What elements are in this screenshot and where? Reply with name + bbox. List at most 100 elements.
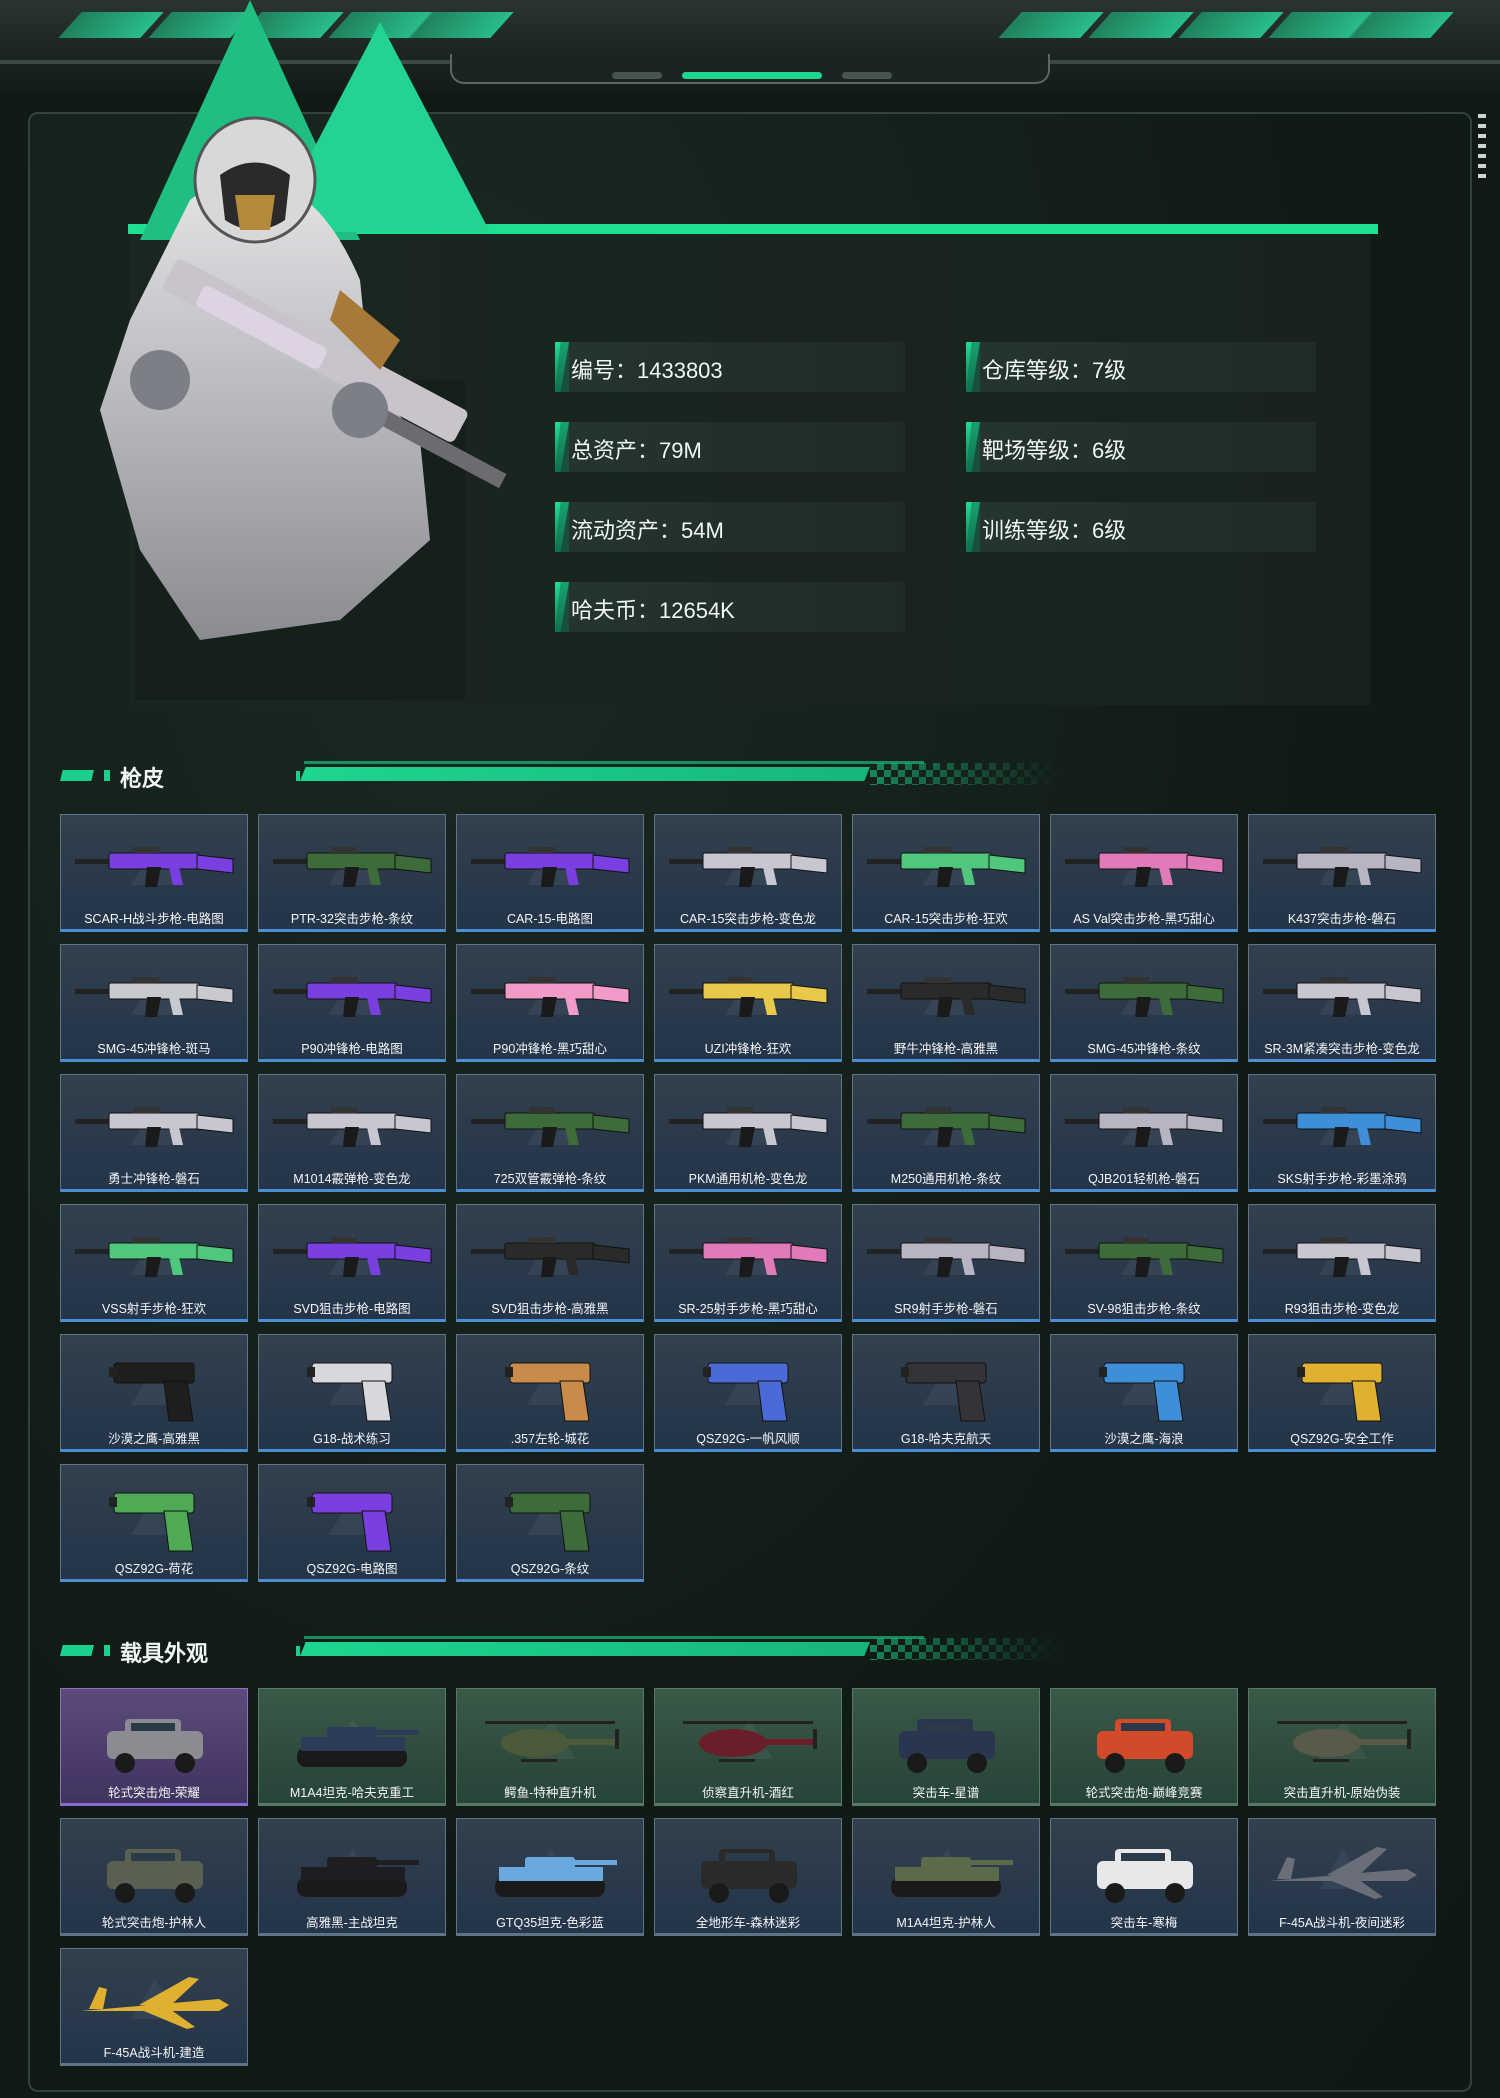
gun-skin-name: SV-98狙击步枪-条纹 <box>1087 1302 1201 1316</box>
pistol-icon <box>505 1362 591 1422</box>
gun-skin-name: VSS射手步枪-狂欢 <box>101 1302 207 1316</box>
gun-skin-name: K437突击步枪-磐石 <box>1287 912 1397 926</box>
gun-skin-card[interactable]: 沙漠之鹰-海浪 <box>1050 1334 1238 1452</box>
stat-total-assets: 总资产：79M <box>555 422 905 472</box>
gun-skin-card[interactable]: VSS射手步枪-狂欢 <box>60 1204 248 1322</box>
vehicle-skin-card[interactable]: 鳄鱼-特种直升机 <box>456 1688 644 1806</box>
vehicle-skin-card[interactable]: 突击直升机-原始伪装 <box>1248 1688 1436 1806</box>
gun-skin-card[interactable]: SR-25射手步枪-黑巧甜心 <box>654 1204 842 1322</box>
gun-skin-card[interactable]: SCAR-H战斗步枪-电路图 <box>60 814 248 932</box>
gun-skin-card[interactable]: R93狙击步枪-变色龙 <box>1248 1204 1436 1322</box>
rifle-icon <box>1065 1237 1224 1277</box>
vehicle-skin-card[interactable]: 高雅黑-主战坦克 <box>258 1818 446 1936</box>
gun-skin-name: 725双管霰弹枪-条纹 <box>493 1172 607 1186</box>
gun-skin-card[interactable]: SVD狙击步枪-电路图 <box>258 1204 446 1322</box>
gun-skin-card[interactable]: QSZ92G-一帆风顺 <box>654 1334 842 1452</box>
gun-skin-card[interactable]: UZI冲锋枪-狂欢 <box>654 944 842 1062</box>
stat-text: 流动资产：54M <box>571 518 724 543</box>
gun-skin-card[interactable]: SMG-45冲锋枪-斑马 <box>60 944 248 1062</box>
gun-skin-card[interactable]: SMG-45冲锋枪-条纹 <box>1050 944 1238 1062</box>
gun-skin-card[interactable]: SVD狙击步枪-高雅黑 <box>456 1204 644 1322</box>
vehicle-skin-card[interactable]: GTQ35坦克-色彩蓝 <box>456 1818 644 1936</box>
gun-skin-card[interactable]: P90冲锋枪-电路图 <box>258 944 446 1062</box>
header-line <box>304 1636 924 1639</box>
gun-skin-card[interactable]: QSZ92G-安全工作 <box>1248 1334 1436 1452</box>
gun-skin-card[interactable]: G18-战术练习 <box>258 1334 446 1452</box>
gun-skin-name: SCAR-H战斗步枪-电路图 <box>84 912 224 926</box>
gun-skin-card[interactable]: CAR-15突击步枪-变色龙 <box>654 814 842 932</box>
vehicle-skin-name: M1A4坦克-护林人 <box>896 1916 996 1930</box>
stat-text: 仓库等级：7级 <box>982 358 1127 383</box>
header-mark <box>296 771 300 781</box>
stat-tab <box>555 422 569 472</box>
rifle-icon <box>273 1237 432 1277</box>
gun-skin-card[interactable]: CAR-15-电路图 <box>456 814 644 932</box>
vehicle-skin-card[interactable]: M1A4坦克-哈夫克重工 <box>258 1688 446 1806</box>
rifle-icon <box>471 847 630 887</box>
vehicle-icon <box>1097 1849 1193 1903</box>
gun-skin-name: PTR-32突击步枪-条纹 <box>290 912 414 926</box>
gun-skin-card[interactable]: 沙漠之鹰-高雅黑 <box>60 1334 248 1452</box>
tank-icon <box>297 1857 419 1897</box>
gun-skin-card[interactable]: M250通用机枪-条纹 <box>852 1074 1040 1192</box>
gun-skin-card[interactable]: SKS射手步枪-彩墨涂鸦 <box>1248 1074 1436 1192</box>
vehicle-skin-card[interactable]: M1A4坦克-护林人 <box>852 1818 1040 1936</box>
gun-skin-card[interactable]: M1014霰弹枪-变色龙 <box>258 1074 446 1192</box>
pistol-icon <box>1099 1362 1185 1422</box>
jet-icon <box>81 1977 229 2029</box>
gun-skin-card[interactable]: QSZ92G-条纹 <box>456 1464 644 1582</box>
rifle-icon <box>669 847 828 887</box>
gun-skin-card[interactable]: G18-哈夫克航天 <box>852 1334 1040 1452</box>
gun-skin-name: QSZ92G-安全工作 <box>1290 1432 1394 1446</box>
vehicle-skin-name: F-45A战斗机-夜间迷彩 <box>1279 1916 1405 1930</box>
vehicle-skin-name: M1A4坦克-哈夫克重工 <box>289 1786 415 1800</box>
rifle-icon <box>867 1237 1026 1277</box>
pistol-icon <box>703 1362 789 1422</box>
gun-skin-card[interactable]: AS Val突击步枪-黑巧甜心 <box>1050 814 1238 932</box>
gun-skin-card[interactable]: K437突击步枪-磐石 <box>1248 814 1436 932</box>
gun-skin-card[interactable]: P90冲锋枪-黑巧甜心 <box>456 944 644 1062</box>
vehicle-icon <box>1097 1719 1193 1773</box>
gun-skin-card[interactable]: QJB201轻机枪-磐石 <box>1050 1074 1238 1192</box>
gun-skin-card[interactable]: SR-3M紧凑突击步枪-变色龙 <box>1248 944 1436 1062</box>
gun-skin-name: CAR-15突击步枪-变色龙 <box>679 912 817 926</box>
gun-skin-card[interactable]: 725双管霰弹枪-条纹 <box>456 1074 644 1192</box>
gun-skin-card[interactable]: .357左轮-城花 <box>456 1334 644 1452</box>
gun-skin-card[interactable]: PTR-32突击步枪-条纹 <box>258 814 446 932</box>
vehicle-skin-name: 轮式突击炮-巅峰竞赛 <box>1085 1786 1203 1800</box>
tank-icon <box>297 1727 419 1767</box>
gun-skin-name: CAR-15-电路图 <box>506 912 594 926</box>
gun-skin-card[interactable]: QSZ92G-荷花 <box>60 1464 248 1582</box>
vehicle-skin-card[interactable]: 轮式突击炮-护林人 <box>60 1818 248 1936</box>
rifle-icon <box>75 847 234 887</box>
rifle-icon <box>669 1107 828 1147</box>
gun-skin-card[interactable]: CAR-15突击步枪-狂欢 <box>852 814 1040 932</box>
gun-skin-name: QSZ92G-一帆风顺 <box>696 1432 800 1446</box>
pistol-icon <box>109 1492 195 1552</box>
vehicle-skin-card[interactable]: 突击车-寒梅 <box>1050 1818 1238 1936</box>
vehicle-skin-card[interactable]: 轮式突击炮-巅峰竞赛 <box>1050 1688 1238 1806</box>
gun-skin-name: G18-哈夫克航天 <box>900 1432 992 1446</box>
vehicle-skin-card[interactable]: F-45A战斗机-夜间迷彩 <box>1248 1818 1436 1936</box>
vehicle-skin-card[interactable]: 全地形车-森林迷彩 <box>654 1818 842 1936</box>
rifle-icon <box>471 977 630 1017</box>
gun-skin-card[interactable]: SV-98狙击步枪-条纹 <box>1050 1204 1238 1322</box>
gun-skin-card[interactable]: QSZ92G-电路图 <box>258 1464 446 1582</box>
vehicle-skin-card[interactable]: 突击车-星谱 <box>852 1688 1040 1806</box>
vehicle-skin-card[interactable]: 轮式突击炮-荣耀 <box>60 1688 248 1806</box>
jet-icon <box>1269 1847 1417 1899</box>
vehicle-icon <box>899 1719 995 1773</box>
gun-skin-name: SR9射手步枪-磐石 <box>894 1302 998 1316</box>
stat-warehouse-level: 仓库等级：7级 <box>966 342 1316 392</box>
vehicle-skin-card[interactable]: F-45A战斗机-建造 <box>60 1948 248 2066</box>
vehicle-skin-card[interactable]: 侦察直升机-酒红 <box>654 1688 842 1806</box>
rifle-icon <box>867 1107 1026 1147</box>
gun-skin-name: SR-3M紧凑突击步枪-变色龙 <box>1264 1042 1420 1056</box>
gun-skin-card[interactable]: SR9射手步枪-磐石 <box>852 1204 1040 1322</box>
operator-avatar <box>100 116 507 700</box>
gun-skin-card[interactable]: 勇士冲锋枪-磐石 <box>60 1074 248 1192</box>
gun-skin-card[interactable]: 野牛冲锋枪-高雅黑 <box>852 944 1040 1062</box>
rifle-icon <box>867 977 1026 1017</box>
gun-skin-card[interactable]: PKM通用机枪-变色龙 <box>654 1074 842 1192</box>
banner-pill <box>842 72 892 79</box>
